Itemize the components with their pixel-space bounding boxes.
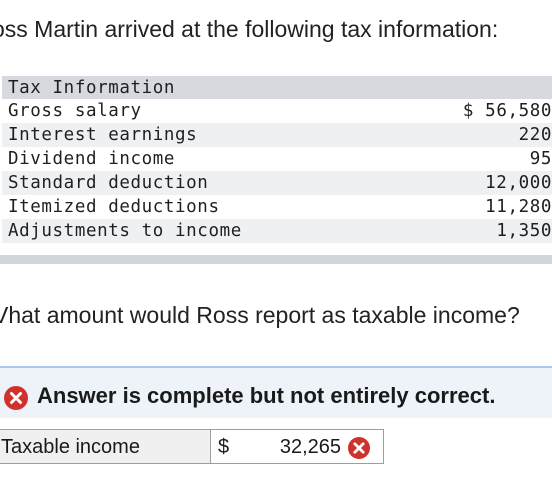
table-row: Dividend income 95 xyxy=(2,147,552,171)
row-value: 220 xyxy=(518,125,552,145)
row-label: Gross salary xyxy=(8,101,142,121)
status-message: Answer is complete but not entirely corr… xyxy=(37,383,496,408)
row-value: 1,350 xyxy=(496,221,552,241)
problem-intro: oss Martin arrived at the following tax … xyxy=(0,16,499,42)
answer-label: Taxable income xyxy=(1,436,140,458)
table-row: Gross salary $ 56,580 xyxy=(2,99,552,123)
question-text: Vhat amount would Ross report as taxable… xyxy=(0,302,520,328)
table-footer-bar xyxy=(0,255,552,264)
row-label: Dividend income xyxy=(8,149,176,169)
table-row: Interest earnings 220 xyxy=(2,123,552,147)
x-circle-icon xyxy=(3,385,29,416)
row-value: $ 56,580 xyxy=(462,101,552,121)
table-row: Standard deduction 12,000 xyxy=(2,171,552,195)
row-label: Interest earnings xyxy=(8,125,198,145)
answer-status-banner: Answer is complete but not entirely corr… xyxy=(0,366,552,418)
row-label: Standard deduction xyxy=(8,173,209,193)
row-label: Adjustments to income xyxy=(8,221,242,241)
row-value: 11,280 xyxy=(485,197,552,217)
x-circle-icon xyxy=(347,436,371,465)
tax-information-table: Tax Information Gross salary $ 56,580 In… xyxy=(2,76,552,243)
table-row: Adjustments to income 1,350 xyxy=(2,219,552,243)
table-header: Tax Information xyxy=(2,76,552,99)
row-value: 95 xyxy=(529,149,552,169)
answer-row: Taxable income $ 32,265 xyxy=(0,429,384,464)
table-row: Itemized deductions 11,280 xyxy=(2,195,552,219)
currency-symbol: $ xyxy=(218,436,230,458)
row-label: Itemized deductions xyxy=(8,197,220,217)
answer-label-cell: Taxable income xyxy=(0,430,211,463)
row-value: 12,000 xyxy=(485,173,552,193)
taxable-income-value[interactable]: 32,265 xyxy=(280,436,341,459)
